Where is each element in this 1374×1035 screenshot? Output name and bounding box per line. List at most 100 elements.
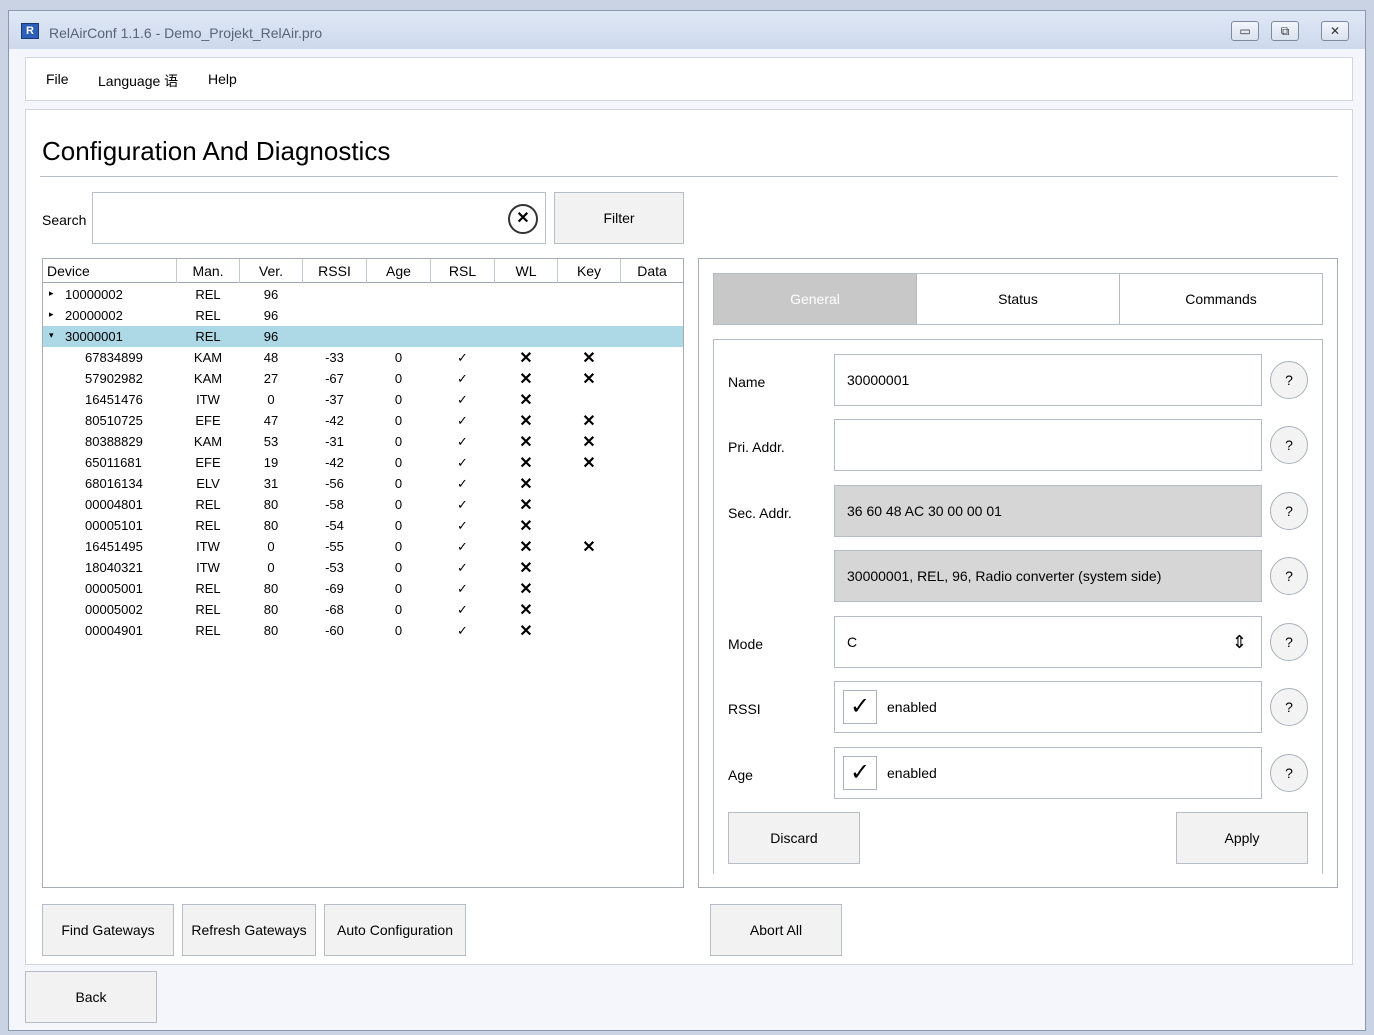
cell-man: EFE: [195, 413, 221, 428]
column-man[interactable]: Man.: [177, 263, 239, 279]
column-ver[interactable]: Ver.: [240, 263, 302, 279]
menu-file[interactable]: File: [46, 71, 69, 87]
clear-search-icon[interactable]: ✕: [508, 204, 538, 234]
cell-wl: ✕: [519, 392, 533, 409]
cell-man: REL: [195, 287, 221, 302]
close-button[interactable]: ✕: [1321, 21, 1349, 41]
main-content: Configuration And Diagnostics Search ✕ F…: [25, 109, 1353, 965]
tab-status[interactable]: Status: [916, 273, 1120, 325]
expanded-arrow-icon[interactable]: ▾: [49, 330, 54, 341]
collapsed-arrow-icon[interactable]: ▸: [49, 288, 54, 299]
title-divider: [40, 176, 1338, 177]
cell-man: ELV: [196, 476, 220, 491]
tree-row[interactable]: 00004801 REL 80 -58 0 ✓ ✕: [43, 494, 683, 515]
column-wl[interactable]: WL: [495, 263, 557, 279]
cell-rssi: -58: [325, 497, 344, 512]
cell-ver: 53: [263, 434, 279, 449]
mode-help-button[interactable]: ?: [1270, 623, 1308, 661]
column-age[interactable]: Age: [367, 263, 430, 279]
tree-row[interactable]: ▸ 20000002 REL 96: [43, 305, 683, 326]
cell-key: ✕: [582, 413, 596, 430]
menu-language[interactable]: Language 语: [98, 71, 178, 91]
cell-age: 0: [394, 371, 403, 386]
tree-row[interactable]: ▸ 10000002 REL 96: [43, 284, 683, 305]
cell-man: REL: [195, 497, 221, 512]
device-tree[interactable]: Device Man. Ver. RSSI Age RSL WL Key Dat…: [42, 258, 684, 888]
cell-ver: 80: [263, 497, 279, 512]
tree-row[interactable]: 00004901 REL 80 -60 0 ✓ ✕: [43, 620, 683, 641]
tree-row[interactable]: 65011681 EFE 19 -42 0 ✓ ✕ ✕: [43, 452, 683, 473]
abort-all-button[interactable]: Abort All: [710, 904, 842, 956]
pri-addr-field[interactable]: [834, 419, 1262, 471]
tree-row[interactable]: 16451495 ITW 0 -55 0 ✓ ✕ ✕: [43, 536, 683, 557]
tree-row[interactable]: 00005101 REL 80 -54 0 ✓ ✕: [43, 515, 683, 536]
apply-button[interactable]: Apply: [1176, 812, 1308, 864]
name-help-button[interactable]: ?: [1270, 361, 1308, 399]
tree-row[interactable]: 18040321 ITW 0 -53 0 ✓ ✕: [43, 557, 683, 578]
find-gateways-button[interactable]: Find Gateways: [42, 904, 174, 956]
rssi-enabled-label: enabled: [887, 699, 937, 715]
cell-ver: 80: [263, 581, 279, 596]
cell-rsl: ✓: [457, 476, 468, 491]
cell-man: REL: [195, 623, 221, 638]
app-logo-icon: R: [21, 23, 39, 39]
tree-row[interactable]: 67834899 KAM 48 -33 0 ✓ ✕ ✕: [43, 347, 683, 368]
tab-commands[interactable]: Commands: [1119, 273, 1323, 325]
tree-row[interactable]: 80388829 KAM 53 -31 0 ✓ ✕ ✕: [43, 431, 683, 452]
sec-addr-field: 36 60 48 AC 30 00 00 01: [834, 485, 1262, 537]
age-help-button[interactable]: ?: [1270, 754, 1308, 792]
name-field[interactable]: 30000001: [834, 354, 1262, 406]
cell-age: 0: [394, 518, 403, 533]
cell-ver: 96: [263, 308, 279, 323]
column-device[interactable]: Device: [47, 263, 90, 279]
column-data[interactable]: Data: [621, 263, 683, 279]
cell-wl: ✕: [519, 623, 533, 640]
page-title: Configuration And Diagnostics: [42, 136, 391, 166]
column-rssi[interactable]: RSSI: [303, 263, 366, 279]
tree-row[interactable]: 00005001 REL 80 -69 0 ✓ ✕: [43, 578, 683, 599]
tab-general[interactable]: General: [713, 273, 917, 325]
cell-device: 10000002: [65, 287, 123, 302]
cell-rsl: ✓: [457, 539, 468, 554]
cell-device: 65011681: [85, 455, 142, 470]
rssi-help-button[interactable]: ?: [1270, 688, 1308, 726]
tree-header: Device Man. Ver. RSSI Age RSL WL Key Dat…: [43, 259, 683, 283]
cell-wl: ✕: [519, 581, 533, 598]
spin-updown-icon[interactable]: ⇕: [1232, 617, 1247, 667]
age-checkbox[interactable]: ✓: [843, 756, 877, 790]
rssi-checkbox[interactable]: ✓: [843, 690, 877, 724]
back-button[interactable]: Back: [25, 971, 157, 1023]
filter-button[interactable]: Filter: [554, 192, 684, 244]
collapsed-arrow-icon[interactable]: ▸: [49, 309, 54, 320]
cell-wl: ✕: [519, 560, 533, 577]
auto-configuration-button[interactable]: Auto Configuration: [324, 904, 466, 956]
column-rsl[interactable]: RSL: [431, 263, 494, 279]
discard-button[interactable]: Discard: [728, 812, 860, 864]
menu-help[interactable]: Help: [208, 71, 237, 87]
mode-spinbox[interactable]: C ⇕: [834, 616, 1262, 668]
description-help-button[interactable]: ?: [1270, 557, 1308, 595]
cell-age: 0: [394, 392, 403, 407]
cell-ver: 80: [263, 602, 279, 617]
column-key[interactable]: Key: [558, 263, 620, 279]
cell-key: ✕: [582, 350, 596, 367]
pri-addr-help-button[interactable]: ?: [1270, 426, 1308, 464]
cell-age: 0: [394, 539, 403, 554]
search-input[interactable]: [92, 192, 546, 244]
tree-row[interactable]: 68016134 ELV 31 -56 0 ✓ ✕: [43, 473, 683, 494]
sec-addr-help-button[interactable]: ?: [1270, 492, 1308, 530]
maximize-button[interactable]: ⧉: [1271, 21, 1299, 41]
tree-row[interactable]: 57902982 KAM 27 -67 0 ✓ ✕ ✕: [43, 368, 683, 389]
name-label: Name: [728, 374, 766, 390]
tree-row[interactable]: 16451476 ITW 0 -37 0 ✓ ✕: [43, 389, 683, 410]
minimize-button[interactable]: ▭: [1231, 21, 1259, 41]
refresh-gateways-button[interactable]: Refresh Gateways: [182, 904, 316, 956]
cell-rsl: ✓: [457, 371, 468, 386]
tree-row[interactable]: 80510725 EFE 47 -42 0 ✓ ✕ ✕: [43, 410, 683, 431]
age-label: Age: [728, 767, 753, 783]
tree-row[interactable]: ▾ 30000001 REL 96: [43, 326, 683, 347]
app-window: R RelAirConf 1.1.6 - Demo_Projekt_RelAir…: [8, 10, 1366, 1031]
cell-wl: ✕: [519, 434, 533, 451]
tree-row[interactable]: 00005002 REL 80 -68 0 ✓ ✕: [43, 599, 683, 620]
cell-device: 00004801: [85, 497, 143, 512]
